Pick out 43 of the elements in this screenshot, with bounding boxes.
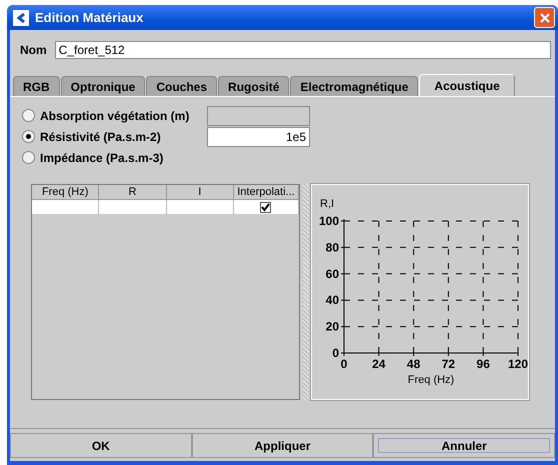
y-tick-label: 0 xyxy=(332,346,339,360)
tab[interactable]: Acoustique xyxy=(419,74,515,96)
splitter-handle[interactable] xyxy=(303,184,309,400)
dialog-button[interactable]: OK xyxy=(10,433,192,458)
x-axis-label: Freq (Hz) xyxy=(408,374,454,386)
option-label: Absorption végétation (m) xyxy=(40,108,190,122)
y-tick-label: 100 xyxy=(318,214,339,228)
y-tick-label: 80 xyxy=(326,240,339,254)
close-button[interactable] xyxy=(534,7,555,28)
app-icon xyxy=(13,10,29,26)
value-field[interactable]: 1e5 xyxy=(207,126,310,146)
y-tick-label: 40 xyxy=(326,293,339,308)
checkbox[interactable] xyxy=(260,202,272,212)
x-tick-label: 72 xyxy=(442,357,456,371)
tab[interactable]: Electromagnétique xyxy=(290,76,418,96)
column-header[interactable]: Freq (Hz) xyxy=(32,185,100,200)
y-axis-label: R,I xyxy=(320,198,334,210)
tab[interactable]: Rugosité xyxy=(218,76,290,96)
x-tick-label: 48 xyxy=(406,357,420,371)
tab[interactable]: RGB xyxy=(13,76,60,96)
tab[interactable]: Couches xyxy=(146,76,218,96)
y-tick-label: 20 xyxy=(326,320,339,334)
option-label: Résistivité (Pa.s.m-2) xyxy=(40,130,162,144)
dialog-button[interactable]: Appliquer xyxy=(192,433,374,458)
dialog-button[interactable]: Annuler xyxy=(373,433,556,458)
column-header[interactable]: Interpolati... xyxy=(234,185,299,200)
table-cell xyxy=(99,200,167,214)
radio-button[interactable] xyxy=(22,130,35,143)
name-label: Nom xyxy=(20,43,47,57)
x-tick-label: 120 xyxy=(508,357,528,371)
x-tick-label: 96 xyxy=(476,357,490,371)
tab[interactable]: Optronique xyxy=(60,76,146,96)
y-tick-label: 60 xyxy=(326,266,339,281)
column-header[interactable]: R xyxy=(99,185,167,200)
option-label: Impédance (Pa.s.m-3) xyxy=(40,150,164,164)
name-field[interactable]: C_foret_512 xyxy=(54,41,551,59)
close-icon xyxy=(538,12,550,24)
column-header[interactable]: I xyxy=(166,185,234,200)
x-tick-label: 24 xyxy=(372,357,386,371)
table-cell xyxy=(32,200,100,214)
radio-button[interactable] xyxy=(22,151,35,164)
window-title: Edition Matériaux xyxy=(35,10,144,25)
x-tick-label: 0 xyxy=(340,357,348,371)
